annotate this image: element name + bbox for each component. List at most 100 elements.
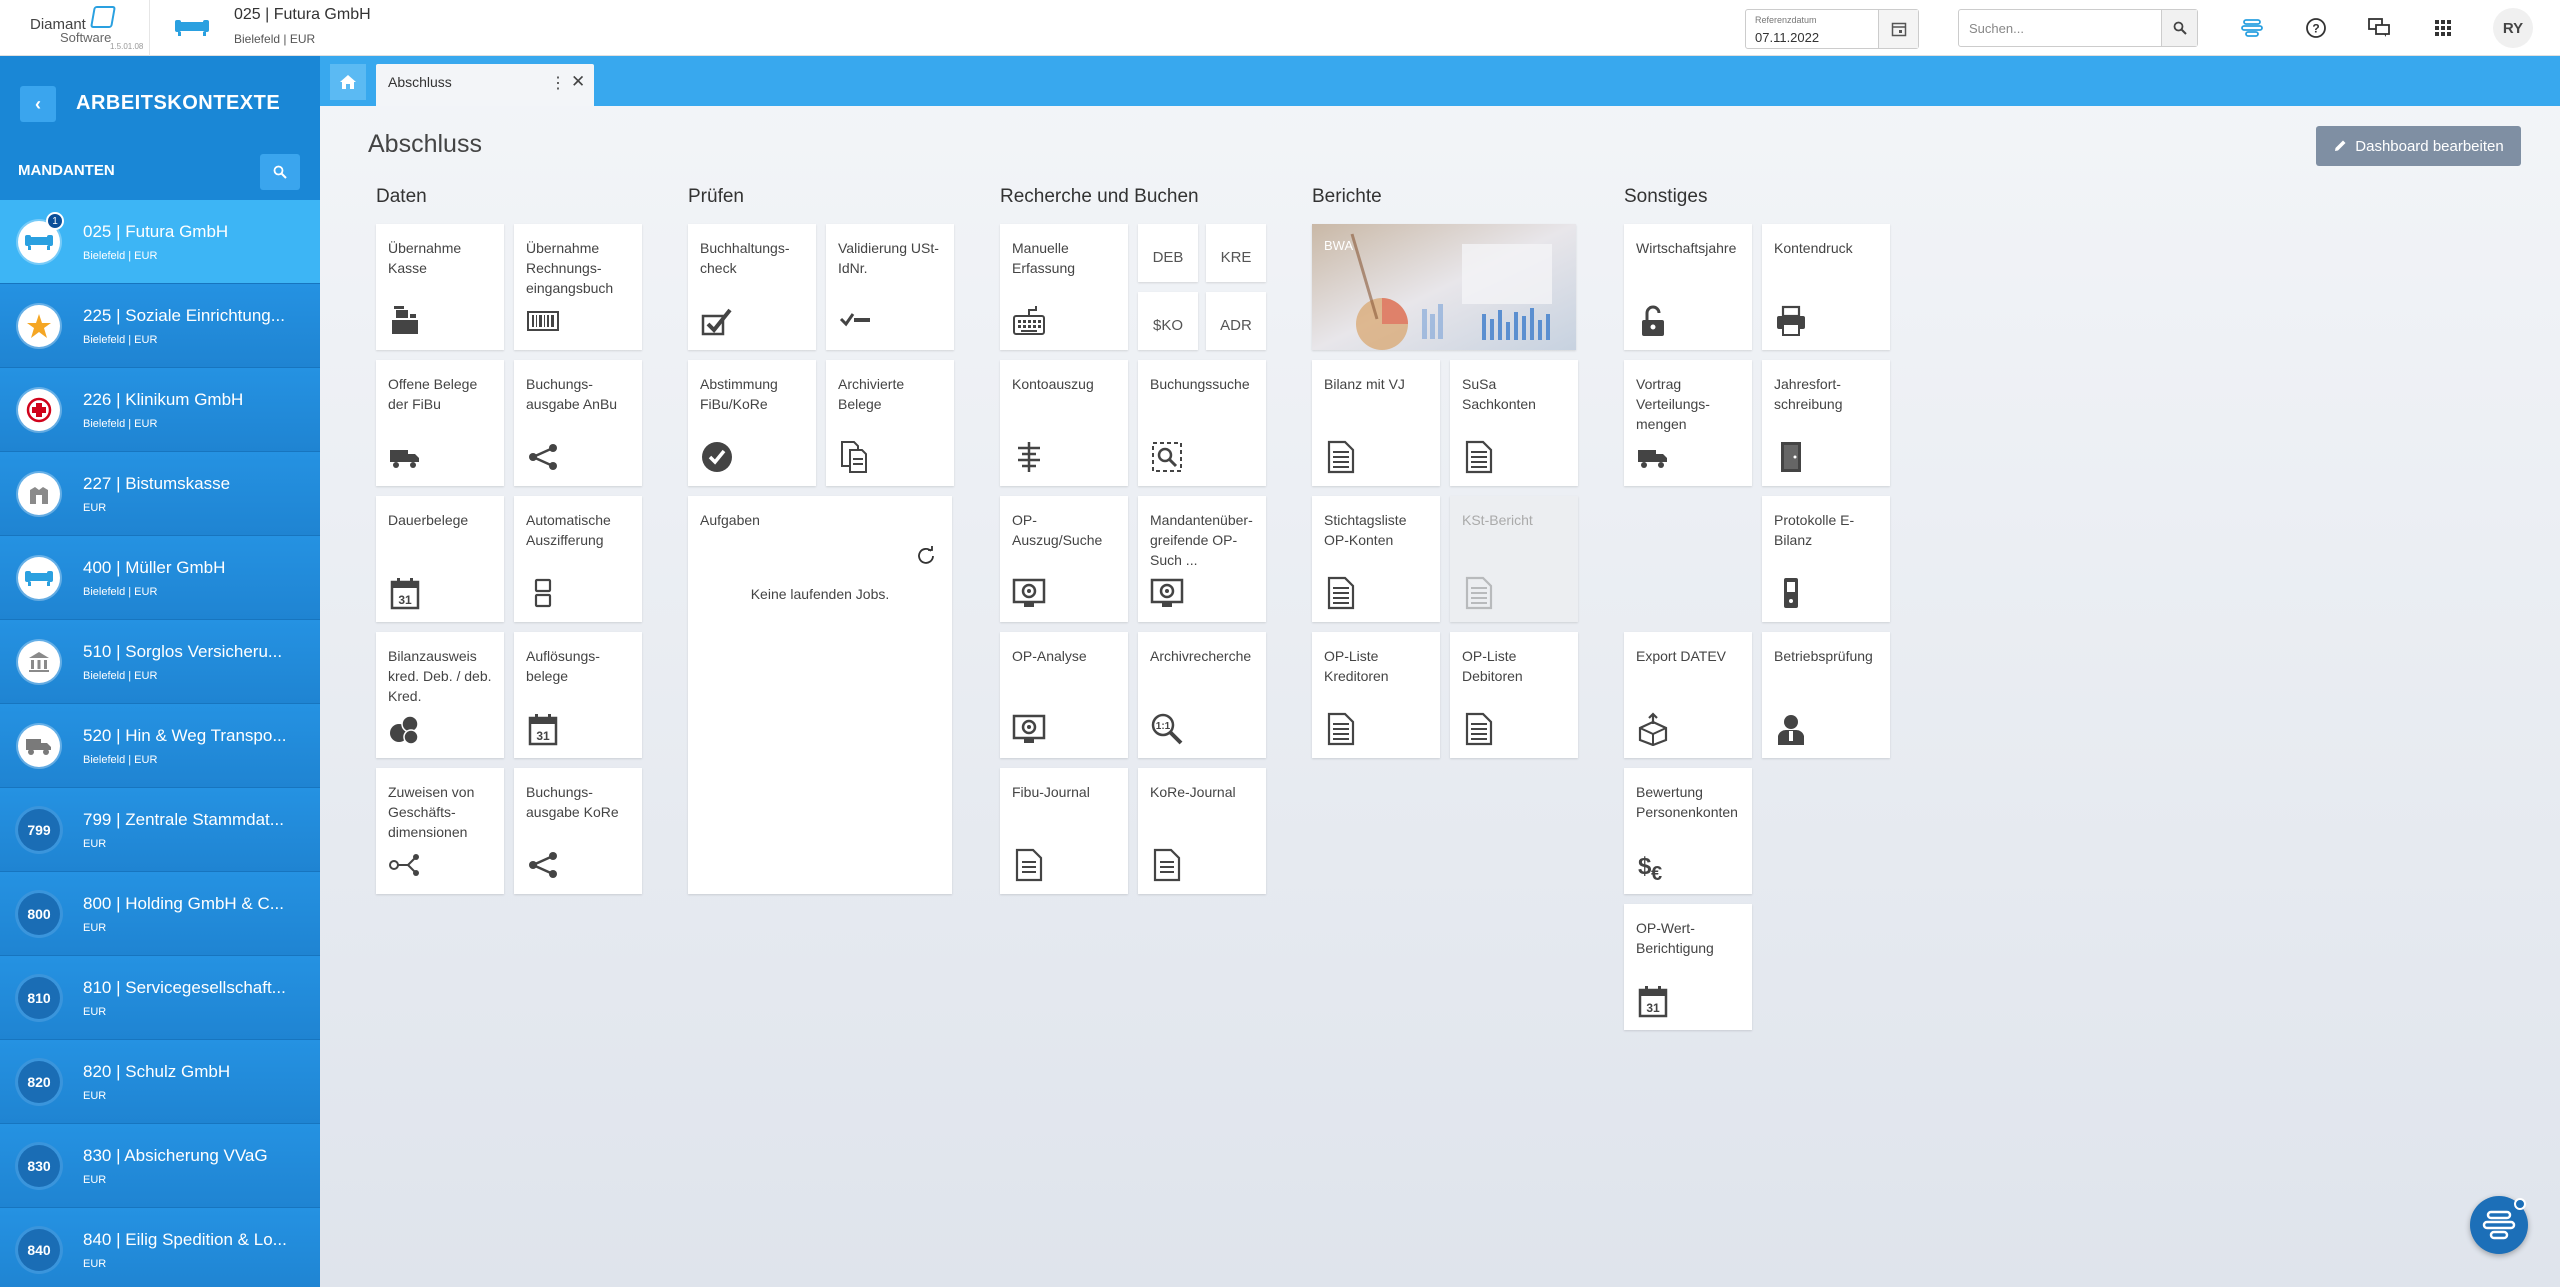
tile-sonstiges[interactable]: Betriebsprüfung xyxy=(1762,632,1890,758)
sidebar-item-mandant[interactable]: 830 830 | Absicherung VVaG EUR xyxy=(0,1124,320,1208)
sidebar-item-mandant[interactable]: 799 799 | Zentrale Stammdat... EUR xyxy=(0,788,320,872)
logo-subtext: Software xyxy=(60,30,112,45)
quick-tile-label: $KO xyxy=(1152,317,1183,334)
cash-register-icon xyxy=(388,304,422,338)
tile-berichte[interactable]: OP-Liste Kreditoren xyxy=(1312,632,1440,758)
reference-date-value[interactable]: 07.11.2022 xyxy=(1755,30,1819,45)
tile-recherche[interactable]: OP-Analyse xyxy=(1000,632,1128,758)
tile-daten[interactable]: Offene Belege der FiBu xyxy=(376,360,504,486)
tile-recherche[interactable]: Fibu-Journal xyxy=(1000,768,1128,894)
currency-icon: $ € xyxy=(1636,848,1670,882)
home-tab[interactable] xyxy=(330,64,366,100)
tile-berichte[interactable]: Stichtagsliste OP-Konten xyxy=(1312,496,1440,622)
tile-daten[interactable]: Zuweisen von Geschäfts-dimensionen xyxy=(376,768,504,894)
report-icon xyxy=(1462,576,1496,610)
tile-daten[interactable]: Übernahme Rechnungs-eingangsbuch xyxy=(514,224,642,350)
person-icon xyxy=(1774,712,1808,746)
chat-icon[interactable] xyxy=(2362,12,2396,44)
sidebar-item-mandant[interactable]: 820 820 | Schulz GmbH EUR xyxy=(0,1040,320,1124)
search-icon[interactable] xyxy=(2161,10,2197,46)
magnifier-icon: 1:1 xyxy=(1150,712,1184,746)
tile-recherche[interactable]: Buchungssuche xyxy=(1138,360,1266,486)
bwa-tile[interactable]: BWA xyxy=(1312,224,1576,350)
calendar-icon[interactable] xyxy=(1878,10,1918,48)
sidebar-item-mandant[interactable]: 227 | Bistumskasse EUR xyxy=(0,452,320,536)
tile-sonstiges[interactable]: Export DATEV xyxy=(1624,632,1752,758)
search-icon[interactable] xyxy=(260,154,300,190)
tab-abschluss[interactable]: Abschluss ⋮ ✕ xyxy=(376,64,594,106)
quick-tile[interactable]: KRE xyxy=(1206,224,1266,282)
section-title-berichte: Berichte xyxy=(1312,186,1382,207)
tile-berichte[interactable]: SuSa Sachkonten xyxy=(1450,360,1578,486)
edit-dashboard-button[interactable]: Dashboard bearbeiten xyxy=(2316,126,2521,166)
share-icon xyxy=(526,440,560,474)
tile-berichte[interactable]: OP-Liste Debitoren xyxy=(1450,632,1578,758)
report-icon xyxy=(1324,440,1358,474)
tile-sonstiges[interactable]: Kontendruck xyxy=(1762,224,1890,350)
tile-pruefen[interactable]: Abstimmung FiBu/KoRe xyxy=(688,360,816,486)
refresh-icon[interactable] xyxy=(916,546,936,566)
more-vertical-icon[interactable]: ⋮ xyxy=(550,73,566,93)
tile-daten[interactable]: Bilanzausweis kred. Deb. / deb. Kred. xyxy=(376,632,504,758)
tile-daten[interactable]: Buchungs-ausgabe AnBu xyxy=(514,360,642,486)
mandant-name: 800 | Holding GmbH & C... xyxy=(83,894,284,913)
tile-sonstiges[interactable]: Wirtschaftsjahre xyxy=(1624,224,1752,350)
report-icon xyxy=(1324,576,1358,610)
document-icon xyxy=(1150,848,1184,882)
apps-grid-icon[interactable] xyxy=(2426,12,2460,44)
tile-label: Manuelle Erfassung xyxy=(1012,240,1076,276)
sidebar-item-mandant[interactable]: 510 | Sorglos Versicheru... Bielefeld | E… xyxy=(0,620,320,704)
quick-tile[interactable]: ADR xyxy=(1206,292,1266,350)
tile-label: Buchungs-ausgabe KoRe xyxy=(526,784,619,820)
tile-pruefen[interactable]: Validierung USt-IdNr. xyxy=(826,224,954,350)
tile-label: Bilanz mit VJ xyxy=(1324,376,1405,392)
tile-label: Vortrag Verteilungs-mengen xyxy=(1636,376,1710,432)
tile-recherche[interactable]: Manuelle Erfassung xyxy=(1000,224,1128,350)
sidebar-item-mandant[interactable]: 1 025 | Futura GmbH Bielefeld | EUR xyxy=(0,200,320,284)
tile-sonstiges[interactable]: OP-Wert-Berichtigung 31 xyxy=(1624,904,1752,1030)
mandant-number-avatar: 820 xyxy=(18,1061,60,1103)
tile-recherche[interactable]: Archivrecherche 1:1 xyxy=(1138,632,1266,758)
quick-tile[interactable]: $KO xyxy=(1138,292,1198,350)
tile-daten[interactable]: Buchungs-ausgabe KoRe xyxy=(514,768,642,894)
quick-tile[interactable]: DEB xyxy=(1138,224,1198,282)
tile-daten[interactable]: Automatische Auszifferung xyxy=(514,496,642,622)
tile-pruefen[interactable]: Buchhaltungs-check xyxy=(688,224,816,350)
back-button[interactable]: ‹ xyxy=(20,86,56,122)
unlock-icon xyxy=(1636,304,1670,338)
tile-label: OP-Analyse xyxy=(1012,648,1087,664)
diamant-logo[interactable]: Diamant Software 1.5.01.08 xyxy=(0,0,150,56)
sidebar-item-mandant[interactable]: 810 810 | Servicegesellschaft... EUR xyxy=(0,956,320,1040)
tile-recherche[interactable]: Mandantenüber-greifende OP-Such ... xyxy=(1138,496,1266,622)
tile-recherche[interactable]: KoRe-Journal xyxy=(1138,768,1266,894)
avatar[interactable]: RY xyxy=(2493,8,2533,48)
tile-label: Jahresfort-schreibung xyxy=(1774,376,1843,412)
sidebar-item-mandant[interactable]: 800 800 | Holding GmbH & C... EUR xyxy=(0,872,320,956)
section-title-recherche: Recherche und Buchen xyxy=(1000,186,1199,207)
tile-sonstiges[interactable]: Bewertung Personenkonten $ € xyxy=(1624,768,1752,894)
sidebar-item-mandant[interactable]: 226 | Klinikum GmbH Bielefeld | EUR xyxy=(0,368,320,452)
workflow-icon xyxy=(2482,1210,2516,1240)
help-icon[interactable]: ? xyxy=(2299,12,2333,44)
sidebar-item-mandant[interactable]: 520 | Hin & Weg Transpo... Bielefeld | EU… xyxy=(0,704,320,788)
sidebar-item-mandant[interactable]: 225 | Soziale Einrichtung... Bielefeld | … xyxy=(0,284,320,368)
sidebar-item-mandant[interactable]: 400 | Müller GmbH Bielefeld | EUR xyxy=(0,536,320,620)
tile-daten[interactable]: Übernahme Kasse xyxy=(376,224,504,350)
tile-pruefen[interactable]: Archivierte Belege xyxy=(826,360,954,486)
tile-sonstiges[interactable]: Protokolle E-Bilanz xyxy=(1762,496,1890,622)
tile-daten[interactable]: Dauerbelege 31 xyxy=(376,496,504,622)
assistant-fab-button[interactable] xyxy=(2470,1196,2528,1254)
tile-sonstiges[interactable]: Vortrag Verteilungs-mengen xyxy=(1624,360,1752,486)
svg-text:€: € xyxy=(1651,863,1662,882)
tile-recherche[interactable]: Kontoauszug xyxy=(1000,360,1128,486)
reference-date-field[interactable]: Referenzdatum 07.11.2022 xyxy=(1745,9,1919,49)
tile-sonstiges[interactable]: Jahresfort-schreibung xyxy=(1762,360,1890,486)
sidebar-item-mandant[interactable]: 840 840 | Eilig Spedition & Lo... EUR xyxy=(0,1208,320,1287)
svg-text:$: $ xyxy=(1638,853,1652,880)
tile-recherche[interactable]: OP-Auszug/Suche xyxy=(1000,496,1128,622)
reference-date-label: Referenzdatum xyxy=(1755,15,1817,25)
tile-berichte[interactable]: Bilanz mit VJ xyxy=(1312,360,1440,486)
workflow-icon[interactable] xyxy=(2235,12,2269,44)
close-icon[interactable]: ✕ xyxy=(571,72,585,92)
tile-daten[interactable]: Auflösungs-belege 31 xyxy=(514,632,642,758)
